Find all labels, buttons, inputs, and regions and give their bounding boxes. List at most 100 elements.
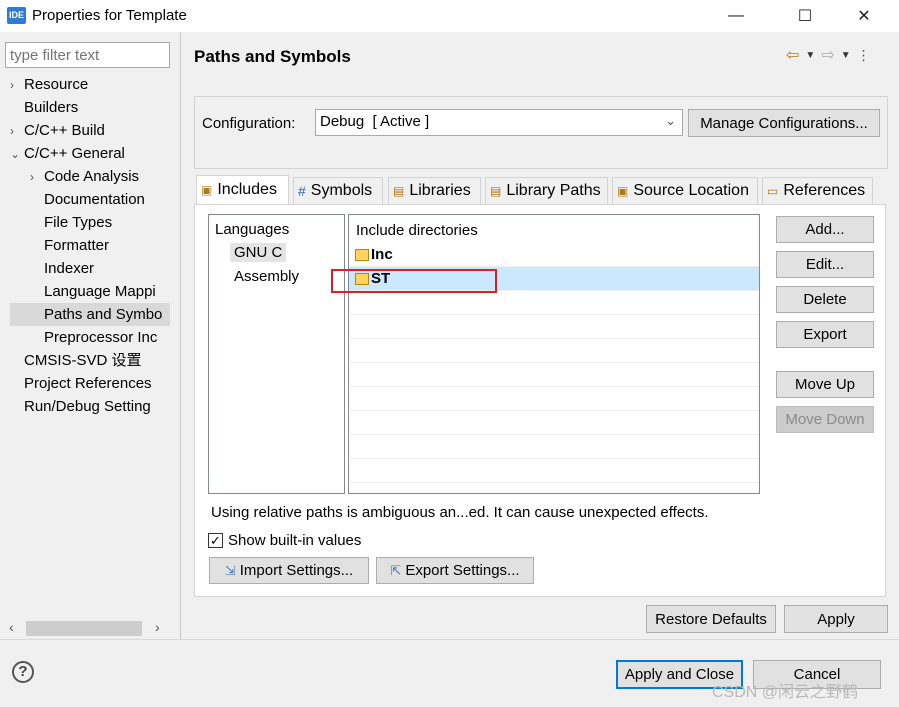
- page-title: Paths and Symbols: [194, 47, 351, 66]
- sidebar-item-cpp-build[interactable]: › C/C++ Build: [10, 119, 170, 142]
- table-row: [349, 339, 759, 363]
- sidebar-item-documentation[interactable]: Documentation: [10, 188, 170, 211]
- sidebar-item-language-mappings[interactable]: Language Mappi: [10, 280, 170, 303]
- minimize-button[interactable]: —: [713, 0, 759, 32]
- sidebar-item-cmsis-svd[interactable]: CMSIS-SVD 设置: [10, 349, 170, 372]
- references-icon: ▭: [767, 184, 779, 198]
- sidebar-item-paths-and-symbols[interactable]: Paths and Symbo: [10, 303, 170, 326]
- folder-icon: [355, 249, 369, 262]
- sidebar-item-run-debug[interactable]: Run/Debug Setting: [10, 395, 170, 418]
- scroll-left-icon[interactable]: ‹: [9, 619, 14, 635]
- configuration-select[interactable]: Debug [ Active ] ⌄: [315, 109, 683, 136]
- tab-libraries[interactable]: ▤ Libraries: [388, 177, 481, 205]
- tab-source-location[interactable]: ▣ Source Location: [612, 177, 758, 205]
- scrollbar-thumb[interactable]: [26, 621, 142, 636]
- dropdown-icon[interactable]: ▼: [805, 50, 815, 61]
- export-button[interactable]: Export: [776, 321, 874, 348]
- footer-divider: [0, 639, 899, 640]
- export-settings-button[interactable]: ⇱ Export Settings...: [376, 557, 534, 584]
- export-icon: ⇱: [390, 562, 402, 578]
- sidebar-item-label: CMSIS-SVD 设置: [24, 352, 142, 369]
- languages-list[interactable]: Languages GNU C Assembly: [208, 214, 345, 494]
- add-button[interactable]: Add...: [776, 216, 874, 243]
- sidebar-item-formatter[interactable]: Formatter: [10, 234, 170, 257]
- help-icon[interactable]: ?: [12, 661, 34, 683]
- sidebar-item-resource[interactable]: › Resource: [10, 73, 170, 96]
- restore-defaults-button[interactable]: Restore Defaults: [646, 605, 776, 633]
- tab-label: Libraries: [409, 182, 471, 199]
- delete-button[interactable]: Delete: [776, 286, 874, 313]
- sidebar-item-label: Language Mappi: [44, 283, 156, 300]
- manage-configurations-button[interactable]: Manage Configurations...: [688, 109, 880, 137]
- sidebar-item-label: Documentation: [44, 191, 145, 208]
- list-item[interactable]: GNU C: [230, 243, 287, 262]
- list-item[interactable]: Assembly: [234, 268, 299, 285]
- sidebar-item-cpp-general[interactable]: ⌄ C/C++ General: [10, 142, 170, 165]
- sidebar-item-builders[interactable]: Builders: [10, 96, 170, 119]
- sidebar-divider[interactable]: [180, 32, 181, 640]
- library-path-icon: ▤: [490, 184, 502, 198]
- checkbox[interactable]: ✓: [208, 533, 223, 548]
- menu-icon[interactable]: ⋮: [857, 47, 871, 64]
- sidebar-item-label: Indexer: [44, 260, 95, 277]
- table-row: [349, 411, 759, 435]
- table-row: [349, 291, 759, 315]
- languages-header: Languages: [215, 221, 290, 238]
- relative-path-warning: Using relative paths is ambiguous an...e…: [211, 504, 709, 521]
- sidebar-item-preprocessor[interactable]: Preprocessor Inc: [10, 326, 170, 349]
- tab-label: Source Location: [633, 182, 749, 199]
- include-directories-table[interactable]: Include directories Inc ST: [348, 214, 760, 494]
- move-up-button[interactable]: Move Up: [776, 371, 874, 398]
- source-folder-icon: ▣: [617, 184, 629, 198]
- table-row[interactable]: Inc: [349, 243, 759, 267]
- window-title: Properties for Template: [32, 7, 187, 24]
- forward-icon[interactable]: ⇨: [821, 45, 834, 65]
- sidebar-item-label: Run/Debug Setting: [24, 398, 151, 415]
- tab-references[interactable]: ▭ References: [762, 177, 873, 205]
- hash-icon: #: [298, 183, 306, 199]
- maximize-button[interactable]: ☐: [782, 0, 828, 32]
- sidebar-item-label: Project References: [24, 375, 152, 392]
- sidebar-item-label: Code Analysis: [44, 168, 140, 185]
- back-icon[interactable]: ⇦: [786, 45, 799, 65]
- sidebar-item-file-types[interactable]: File Types: [10, 211, 170, 234]
- table-row: [349, 435, 759, 459]
- sidebar-item-indexer[interactable]: Indexer: [10, 257, 170, 280]
- scroll-right-icon[interactable]: ›: [155, 619, 160, 635]
- directories-header: Include directories: [356, 222, 478, 239]
- chevron-down-icon[interactable]: ⌄: [10, 143, 24, 166]
- chevron-right-icon[interactable]: ›: [30, 166, 44, 189]
- tab-library-paths[interactable]: ▤ Library Paths: [485, 177, 608, 205]
- tab-label: Library Paths: [506, 182, 601, 199]
- sidebar-item-label: Preprocessor Inc: [44, 329, 158, 346]
- sidebar-tree: › Resource Builders › C/C++ Build ⌄ C/C++ G…: [10, 73, 170, 418]
- sidebar-item-project-references[interactable]: Project References: [10, 372, 170, 395]
- tab-label: References: [783, 182, 866, 199]
- tab-symbols[interactable]: # Symbols: [293, 177, 383, 205]
- library-icon: ▤: [393, 184, 405, 198]
- folder-icon: ▣: [201, 183, 213, 197]
- edit-button[interactable]: Edit...: [776, 251, 874, 278]
- apply-button[interactable]: Apply: [784, 605, 888, 633]
- filter-input[interactable]: [5, 42, 170, 68]
- chevron-down-icon[interactable]: ⌄: [665, 113, 676, 129]
- dropdown-icon[interactable]: ▼: [841, 50, 851, 61]
- sidebar-item-label: Formatter: [44, 237, 110, 254]
- highlight-annotation: [331, 269, 497, 293]
- sidebar-item-label: Resource: [24, 76, 89, 93]
- sidebar-item-label: C/C++ Build: [24, 122, 105, 139]
- tab-includes[interactable]: ▣ Includes: [196, 175, 289, 205]
- sidebar-item-label: C/C++ General: [24, 145, 125, 162]
- chevron-right-icon[interactable]: ›: [10, 120, 24, 143]
- close-button[interactable]: ✕: [841, 0, 887, 32]
- sidebar-item-code-analysis[interactable]: › Code Analysis: [10, 165, 170, 188]
- panel-nav-toolbar: ⇦ ▼ ⇨ ▼ ⋮: [786, 45, 871, 65]
- sidebar-item-label: Builders: [24, 99, 79, 116]
- table-row: [349, 315, 759, 339]
- show-builtin-toggle[interactable]: ✓ Show built-in values: [208, 532, 361, 549]
- table-row: [349, 363, 759, 387]
- import-settings-button[interactable]: ⇲ Import Settings...: [209, 557, 369, 584]
- chevron-right-icon[interactable]: ›: [10, 74, 24, 97]
- app-icon: IDE: [7, 7, 26, 24]
- checkbox-label: Show built-in values: [228, 532, 362, 549]
